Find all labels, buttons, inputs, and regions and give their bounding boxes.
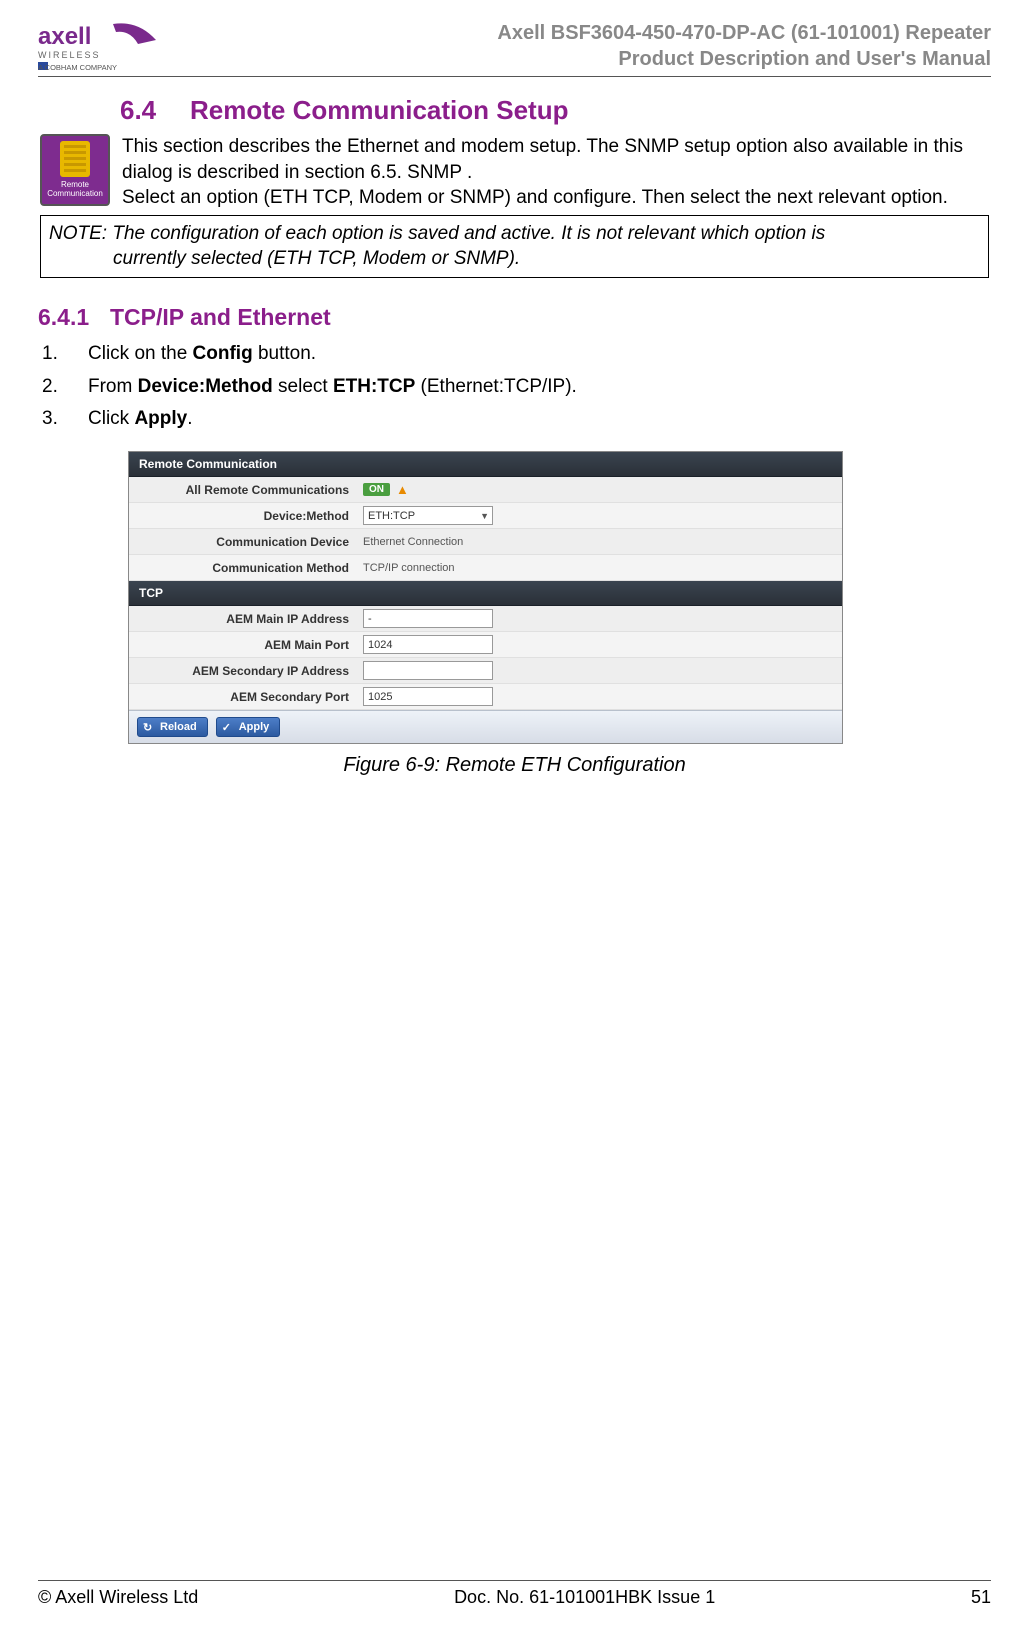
header-line-2: Product Description and User's Manual xyxy=(497,46,991,72)
svg-text:WIRELESS: WIRELESS xyxy=(38,50,101,60)
input-sec-ip[interactable] xyxy=(363,661,493,680)
header-line-1: Axell BSF3604-450-470-DP-AC (61-101001) … xyxy=(497,20,991,46)
intro-paragraph: This section describes the Ethernet and … xyxy=(122,134,989,211)
axell-logo-icon: axell WIRELESS A COBHAM COMPANY xyxy=(38,22,198,72)
step-2: From Device:Method select ETH:TCP (Ether… xyxy=(42,374,991,401)
value-comm-device: Ethernet Connection xyxy=(363,536,463,548)
section-number: 6.4 xyxy=(120,95,190,126)
note-box: NOTE: The configuration of each option i… xyxy=(40,215,989,278)
label-sec-port: AEM Secondary Port xyxy=(129,690,359,704)
panel-footer: Reload Apply xyxy=(129,710,842,743)
step-1: Click on the Config button. xyxy=(42,341,991,368)
section-heading: 6.4Remote Communication Setup xyxy=(120,95,991,126)
check-icon xyxy=(222,721,231,734)
row-sec-port: AEM Secondary Port 1025 xyxy=(129,684,842,710)
steps-list: Click on the Config button. From Device:… xyxy=(42,341,991,433)
panel-body-remote: All Remote Communications ON ▲ Device:Me… xyxy=(129,477,842,581)
reload-button[interactable]: Reload xyxy=(137,717,208,737)
label-main-ip: AEM Main IP Address xyxy=(129,612,359,626)
section-title-text: Remote Communication Setup xyxy=(190,95,568,125)
header-title: Axell BSF3604-450-470-DP-AC (61-101001) … xyxy=(497,20,991,72)
label-main-port: AEM Main Port xyxy=(129,638,359,652)
subsection-heading: 6.4.1TCP/IP and Ethernet xyxy=(38,304,991,331)
input-main-ip[interactable]: - xyxy=(363,609,493,628)
row-comm-method: Communication Method TCP/IP connection xyxy=(129,555,842,581)
page-header: axell WIRELESS A COBHAM COMPANY Axell BS… xyxy=(38,20,991,77)
sim-card-icon xyxy=(60,141,90,177)
remote-communication-icon: Remote Communication xyxy=(40,134,110,206)
row-main-port: AEM Main Port 1024 xyxy=(129,632,842,658)
apply-button[interactable]: Apply xyxy=(216,717,281,737)
footer-center: Doc. No. 61-101001HBK Issue 1 xyxy=(454,1587,715,1608)
subsection-number: 6.4.1 xyxy=(38,304,110,331)
page-footer: © Axell Wireless Ltd Doc. No. 61-101001H… xyxy=(38,1580,991,1608)
row-comm-device: Communication Device Ethernet Connection xyxy=(129,529,842,555)
config-screenshot: Remote Communication All Remote Communic… xyxy=(128,451,843,744)
input-main-port[interactable]: 1024 xyxy=(363,635,493,654)
svg-text:axell: axell xyxy=(38,23,91,50)
warning-icon: ▲ xyxy=(396,482,409,497)
intro-row: Remote Communication This section descri… xyxy=(38,134,991,211)
subsection-title: TCP/IP and Ethernet xyxy=(110,304,331,330)
reload-icon xyxy=(143,721,152,734)
label-comm-method: Communication Method xyxy=(129,561,359,575)
row-device-method: Device:Method ETH:TCP xyxy=(129,503,842,529)
on-toggle[interactable]: ON xyxy=(363,483,390,496)
value-comm-method: TCP/IP connection xyxy=(363,562,455,574)
note-line-2: currently selected (ETH TCP, Modem or SN… xyxy=(49,247,980,272)
row-sec-ip: AEM Secondary IP Address xyxy=(129,658,842,684)
note-line-1: The configuration of each option is save… xyxy=(112,223,825,244)
step-3: Click Apply. xyxy=(42,406,991,433)
logo: axell WIRELESS A COBHAM COMPANY xyxy=(38,22,198,72)
note-prefix: NOTE: xyxy=(49,223,112,244)
label-comm-device: Communication Device xyxy=(129,535,359,549)
figure-caption: Figure 6-9: Remote ETH Configuration xyxy=(38,754,991,777)
row-main-ip: AEM Main IP Address - xyxy=(129,606,842,632)
row-all-remote: All Remote Communications ON ▲ xyxy=(129,477,842,503)
panel-body-tcp: AEM Main IP Address - AEM Main Port 1024… xyxy=(129,606,842,710)
input-sec-port[interactable]: 1025 xyxy=(363,687,493,706)
panel-header-remote: Remote Communication xyxy=(129,452,842,477)
device-method-select[interactable]: ETH:TCP xyxy=(363,506,493,525)
label-all-remote: All Remote Communications xyxy=(129,483,359,497)
icon-caption: Remote Communication xyxy=(42,181,108,199)
footer-right: 51 xyxy=(971,1587,991,1608)
label-sec-ip: AEM Secondary IP Address xyxy=(129,664,359,678)
footer-left: © Axell Wireless Ltd xyxy=(38,1587,198,1608)
svg-text:A COBHAM COMPANY: A COBHAM COMPANY xyxy=(38,63,117,72)
panel-header-tcp: TCP xyxy=(129,581,842,606)
label-device-method: Device:Method xyxy=(129,509,359,523)
